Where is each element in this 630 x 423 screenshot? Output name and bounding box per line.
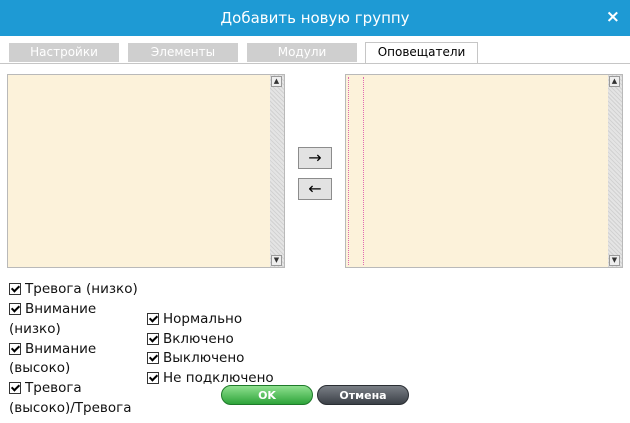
- focus-outline-left: [348, 77, 349, 265]
- selected-list-scrollbar[interactable]: ▲ ▼: [608, 75, 622, 267]
- available-list-scrollbar[interactable]: ▲ ▼: [270, 75, 284, 267]
- checkbox-normal[interactable]: Нормально: [147, 310, 242, 329]
- scroll-down-icon[interactable]: ▼: [609, 255, 620, 266]
- checkbox-label-continuation: (низко): [9, 321, 61, 337]
- checkbox-label: Включено: [163, 331, 234, 347]
- checkbox-icon[interactable]: [147, 352, 159, 364]
- tab-modules[interactable]: Модули: [247, 43, 357, 62]
- checkbox-label: Тревога (низко): [25, 281, 138, 297]
- checkbox-alarm-low[interactable]: Тревога (низко): [9, 280, 138, 299]
- close-icon[interactable]: ×: [606, 7, 620, 27]
- checkbox-warning-low[interactable]: Внимание: [9, 300, 96, 319]
- tab-divider: [0, 63, 630, 64]
- ok-button[interactable]: OK: [221, 385, 313, 405]
- checkbox-icon[interactable]: [9, 343, 21, 355]
- add-to-group-button[interactable]: →: [298, 147, 332, 169]
- checkbox-icon[interactable]: [147, 313, 159, 325]
- tab-notifiers[interactable]: Оповещатели: [365, 42, 478, 64]
- checkbox-icon[interactable]: [147, 333, 159, 345]
- checkbox-label: Внимание: [25, 301, 97, 317]
- cancel-button[interactable]: Отмена: [317, 385, 409, 405]
- tab-settings[interactable]: Настройки: [9, 43, 119, 62]
- checkbox-label-continuation: (высоко)/Тревога: [9, 400, 132, 416]
- checkbox-icon[interactable]: [9, 303, 21, 315]
- tab-elements[interactable]: Элементы: [128, 43, 238, 62]
- checkbox-icon[interactable]: [9, 382, 21, 394]
- checkbox-label: Внимание: [25, 341, 97, 357]
- dialog-title: Добавить новую группу: [220, 9, 410, 27]
- checkbox-label: Нормально: [163, 311, 243, 327]
- dialog-titlebar: Добавить новую группу ×: [0, 0, 630, 36]
- scroll-down-icon[interactable]: ▼: [271, 255, 282, 266]
- checkbox-alarm-high[interactable]: Тревога: [9, 379, 82, 398]
- scroll-up-icon[interactable]: ▲: [609, 76, 620, 87]
- remove-from-group-button[interactable]: ←: [298, 178, 332, 200]
- checkbox-icon[interactable]: [147, 372, 159, 384]
- checkbox-on[interactable]: Включено: [147, 330, 234, 349]
- checkbox-off[interactable]: Выключено: [147, 349, 244, 368]
- checkbox-label: Выключено: [163, 350, 245, 366]
- checkbox-label: Тревога: [25, 380, 82, 396]
- arrow-right-icon: →: [308, 148, 322, 167]
- checkbox-label-continuation: (высоко): [9, 360, 71, 376]
- checkbox-warning-high[interactable]: Внимание: [9, 340, 96, 359]
- selected-notifiers-list[interactable]: ▲ ▼: [345, 74, 623, 268]
- checkbox-icon[interactable]: [9, 283, 21, 295]
- available-notifiers-list[interactable]: ▲ ▼: [7, 74, 285, 268]
- focus-outline-right: [363, 77, 364, 265]
- checkbox-label: Не подключено: [163, 370, 274, 386]
- scroll-up-icon[interactable]: ▲: [271, 76, 282, 87]
- arrow-left-icon: ←: [308, 179, 322, 198]
